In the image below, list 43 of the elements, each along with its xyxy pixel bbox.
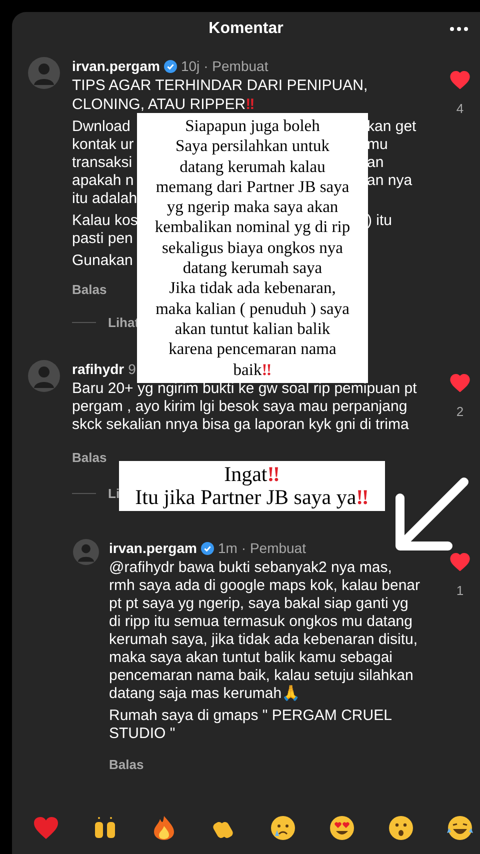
surprised-face-icon[interactable] [386, 814, 415, 842]
like-count: 1 [456, 582, 464, 600]
comment-time: 9 [128, 360, 136, 378]
heart-icon[interactable] [450, 71, 470, 89]
reply-link[interactable]: Balas [72, 280, 107, 300]
reply-link[interactable]: Balas [72, 448, 107, 468]
header-title: Komentar [208, 19, 284, 39]
heart-eyes-face-icon[interactable] [328, 814, 356, 842]
author-tag: · Pembuat [204, 57, 268, 75]
comment-text: kontak ur [72, 136, 134, 153]
caption-text: Siapapun juga boleh Saya persilahkan untuk datang kerumah kalau memang dari Partner JB saya yg ngerip maka saya akan kembalikan nominal yg di rip sekaligus biaya ongkos nya datang kerumah saya Jika tidak ada kebenaran, maka kalian ( penuduh ) saya akan tuntut kalian balik karena pencemaran nama baik‼ [154, 116, 352, 380]
comment-text: Baru 20+ yg ngirim bukti ke gw soal rip pemipuan pt pergam , ayo kirim lgi besok saya mau perpanjang skck sekalian nnya bisa ga laporan kyk gni di trima [72, 380, 418, 434]
view-replies-link[interactable]: Li [108, 484, 120, 503]
comment-time: 1m [218, 539, 238, 557]
comment-text: apakah n [72, 172, 134, 189]
comment-text: transaksi [72, 154, 132, 171]
comment-text: Kalau kos [72, 212, 138, 229]
comment-text: Rumah saya di gmaps " PERGAM CRUEL STUDIO " [109, 707, 392, 743]
heart-icon[interactable] [450, 553, 470, 571]
username[interactable]: irvan.pergam [72, 57, 160, 75]
caption-text: Ingat‼ Itu jika Partner JB saya ya‼ [134, 463, 370, 509]
comment-text: itu adalah [72, 190, 138, 207]
like-count: 4 [456, 100, 464, 118]
username[interactable]: irvan.pergam [109, 539, 197, 557]
comment-text: Dwnload [72, 118, 130, 135]
comment-text: kan get [367, 118, 416, 136]
comment-text: pasti pen [72, 230, 133, 247]
comment-text: @rafihydr bawa bukti sebanyak2 nya mas, rmh saya ada di google maps kok, kalau benar pt pt saya yg ngerip, saya bakal siap ganti yg di ripp itu semua termasuk ongkos mu datang kerumah saya, jika tidak ada kebenaran disitu, maka saya akan tuntut balik kamu sebagai pencemaran nama baik, kalau setuju silahkan datang saja mas kerumah🙏 [109, 559, 421, 703]
more-icon[interactable] [450, 27, 468, 31]
crying-face-icon[interactable] [268, 814, 297, 842]
comment-text: an nya [367, 172, 412, 190]
comment-text: an [367, 154, 384, 172]
username[interactable]: rafihydr [72, 360, 124, 378]
like-count: 2 [456, 403, 464, 421]
reply-link[interactable]: Balas [109, 755, 144, 774]
heart-icon[interactable] [450, 374, 470, 392]
comment-time: 10j [180, 57, 200, 75]
comment-text: Gunakan [72, 252, 133, 269]
author-tag: · Pembuat [241, 539, 306, 557]
comment-title: TIPS AGAR TERHINDAR DARI PENIPUAN, CLONING, ATAU RIPPER‼ [72, 76, 369, 114]
laughing-face-icon[interactable] [446, 814, 474, 842]
heart-icon[interactable] [32, 814, 60, 842]
comment-text: mu [367, 136, 388, 154]
